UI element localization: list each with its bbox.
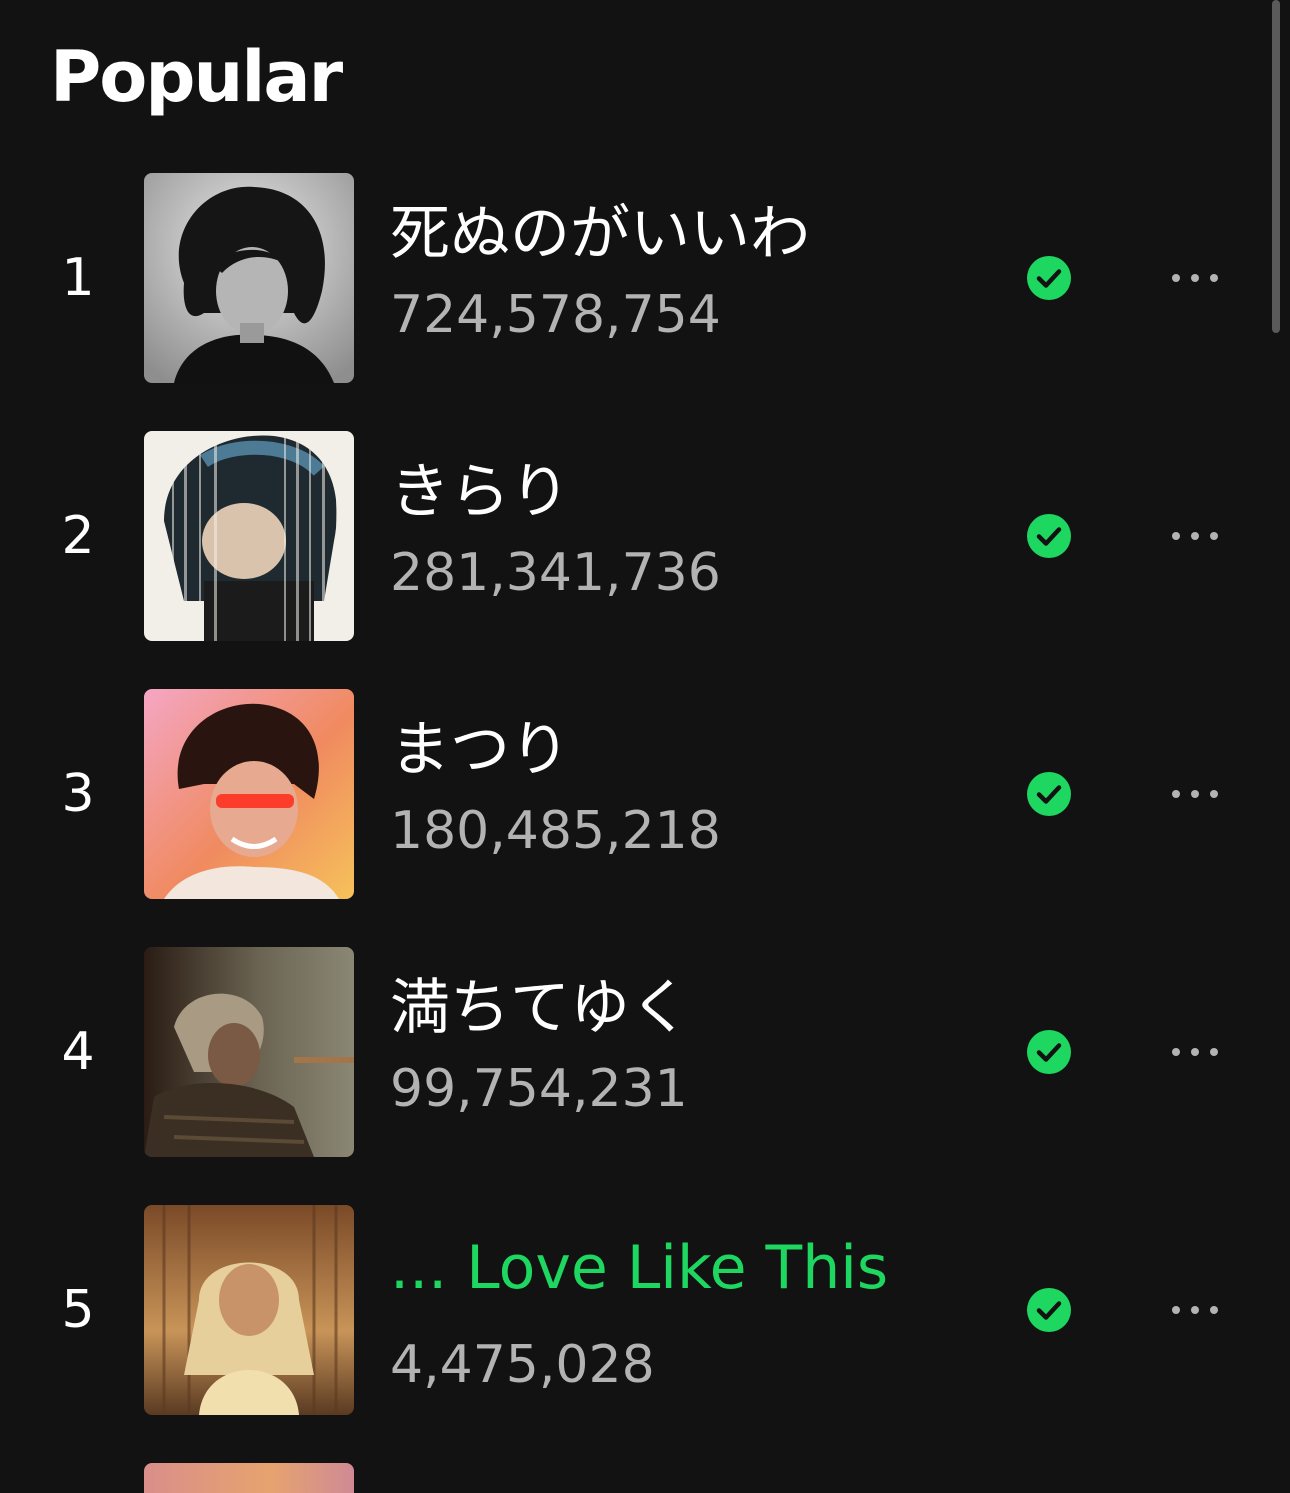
track-row[interactable]: 2 きらり 281,341,736 [0,431,1265,641]
track-rank: 2 [61,506,95,566]
track-rank: 4 [61,1022,95,1082]
album-cover [144,1205,354,1415]
more-options-icon[interactable] [1150,509,1240,563]
track-row[interactable]: 5 ... Love Like This 4,475,028 [0,1205,1265,1415]
track-rank: 5 [61,1280,95,1340]
album-cover [144,431,354,641]
track-title[interactable]: ... Love Like This [390,1233,888,1303]
play-count: 180,485,218 [390,801,721,861]
more-options-icon[interactable] [1150,767,1240,821]
play-count: 4,475,028 [390,1335,655,1395]
play-count: 99,754,231 [390,1059,688,1119]
play-count: 724,578,754 [390,285,721,345]
album-cover [144,173,354,383]
album-cover [144,1463,354,1493]
track-row[interactable]: 1 死ぬのがいいわ 724,578,754 [0,173,1265,383]
check-circle-icon [1027,1030,1071,1074]
track-title[interactable]: 満ちてゆく [390,973,690,1043]
track-row[interactable]: 3 まつり 180,485,218 [0,689,1265,899]
check-circle-icon [1027,1288,1071,1332]
section-title: Popular [50,36,343,118]
more-options-icon[interactable] [1150,251,1240,305]
check-circle-icon [1027,514,1071,558]
more-options-icon[interactable] [1150,1025,1240,1079]
track-title[interactable]: 死ぬのがいいわ [390,199,810,269]
track-row[interactable]: 4 満ちてゆく 99,754,231 [0,947,1265,1157]
check-circle-icon [1027,256,1071,300]
play-count: 281,341,736 [390,543,721,603]
track-rank: 3 [61,764,95,824]
track-rank: 1 [61,248,95,308]
check-circle-icon [1027,772,1071,816]
scrollbar[interactable] [1272,0,1280,333]
track-title[interactable]: きらり [390,457,570,527]
album-cover [144,947,354,1157]
album-cover [144,689,354,899]
more-options-icon[interactable] [1150,1283,1240,1337]
track-title[interactable]: まつり [390,715,570,785]
